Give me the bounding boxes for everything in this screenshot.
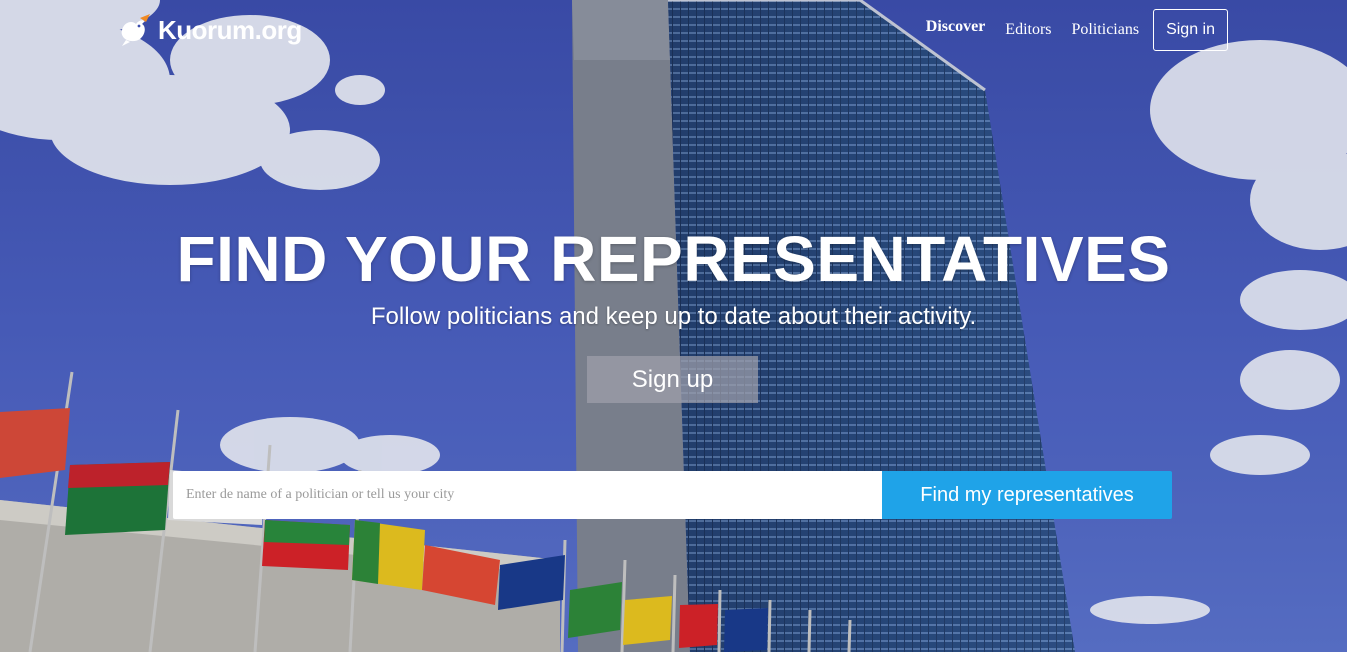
top-navigation-bar: Kuorum.org Discover Editors Politicians … bbox=[0, 0, 1347, 60]
nav-discover[interactable]: Discover bbox=[926, 18, 986, 36]
main-nav: Discover Editors Politicians Sign in bbox=[926, 9, 1228, 51]
hero-title: FIND YOUR REPRESENTATIVES bbox=[176, 223, 1171, 295]
nav-editors[interactable]: Editors bbox=[1005, 21, 1051, 39]
representative-search-form: Find my representatives bbox=[173, 471, 1172, 519]
politician-search-input[interactable] bbox=[173, 471, 882, 519]
sign-in-button[interactable]: Sign in bbox=[1153, 9, 1228, 51]
find-representatives-button[interactable]: Find my representatives bbox=[882, 471, 1172, 519]
logo-text: Kuorum.org bbox=[158, 14, 302, 45]
logo-link[interactable]: Kuorum.org bbox=[118, 12, 302, 48]
bird-icon bbox=[121, 14, 150, 46]
nav-politicians[interactable]: Politicians bbox=[1072, 21, 1140, 39]
hero-subtitle: Follow politicians and keep up to date a… bbox=[370, 303, 977, 330]
sign-up-button[interactable]: Sign up bbox=[587, 356, 758, 403]
